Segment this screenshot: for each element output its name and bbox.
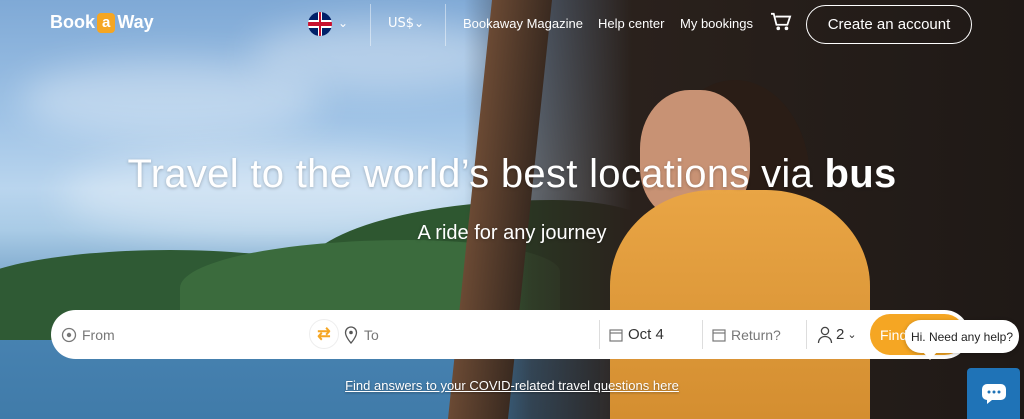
chat-icon	[981, 383, 1006, 404]
from-input[interactable]: From	[82, 327, 115, 343]
logo[interactable]: Book a Way	[50, 12, 154, 33]
passenger-count: 2	[836, 326, 845, 343]
calendar-icon	[609, 328, 623, 342]
depart-date-value: Oct 4	[628, 326, 664, 343]
currency-selector[interactable]: US$	[388, 16, 414, 31]
header: Book a Way ⌄ US$ ⌄ Bookaway Magazine Hel…	[0, 0, 1024, 48]
from-field[interactable]: From	[61, 310, 301, 359]
swap-icon[interactable]: ⇄	[309, 319, 339, 349]
hero-subtitle: A ride for any journey	[417, 222, 607, 244]
divider	[370, 4, 371, 46]
search-bar: From ⇄ To Oct 4 Return? 2 ⌄ Find	[51, 310, 969, 359]
calendar-icon	[712, 328, 726, 342]
find-button-label: Find	[880, 326, 908, 343]
cart-icon[interactable]	[770, 12, 792, 32]
hero-title-bold: bus	[824, 152, 897, 196]
logo-text-book: Book	[50, 12, 95, 32]
logo-badge: a	[97, 12, 116, 33]
depart-date-field[interactable]: Oct 4	[609, 310, 699, 359]
return-date-field[interactable]: Return?	[712, 310, 802, 359]
divider	[599, 320, 600, 349]
chat-button[interactable]	[967, 368, 1020, 419]
nav-help-center[interactable]: Help center	[598, 16, 664, 31]
location-target-icon	[61, 327, 77, 342]
chevron-down-icon[interactable]: ⌄	[338, 16, 348, 30]
chevron-down-icon[interactable]: ⌄	[414, 16, 424, 30]
divider	[445, 4, 446, 46]
map-pin-icon	[344, 325, 358, 344]
chat-greeting-bubble[interactable]: Hi. Need any help?	[905, 320, 1019, 360]
nav-my-bookings[interactable]: My bookings	[680, 16, 753, 31]
to-input[interactable]: To	[364, 327, 379, 343]
covid-info-link[interactable]: Find answers to your COVID-related trave…	[0, 378, 1024, 393]
person-icon	[817, 326, 833, 343]
divider	[702, 320, 703, 349]
passengers-selector[interactable]: 2 ⌄	[817, 310, 867, 359]
create-account-button[interactable]: Create an account	[806, 5, 972, 44]
hero-title-main: Travel to the world’s best locations via	[127, 152, 814, 196]
uk-flag-icon[interactable]	[308, 12, 332, 36]
return-date-placeholder: Return?	[731, 326, 781, 343]
divider	[806, 320, 807, 349]
logo-text-way: Way	[117, 12, 154, 32]
nav-magazine[interactable]: Bookaway Magazine	[463, 16, 583, 31]
to-field[interactable]: To	[344, 310, 594, 359]
chevron-down-icon: ⌄	[847, 329, 857, 341]
hero-title: Travel to the world’s best locations via…	[0, 152, 1024, 197]
